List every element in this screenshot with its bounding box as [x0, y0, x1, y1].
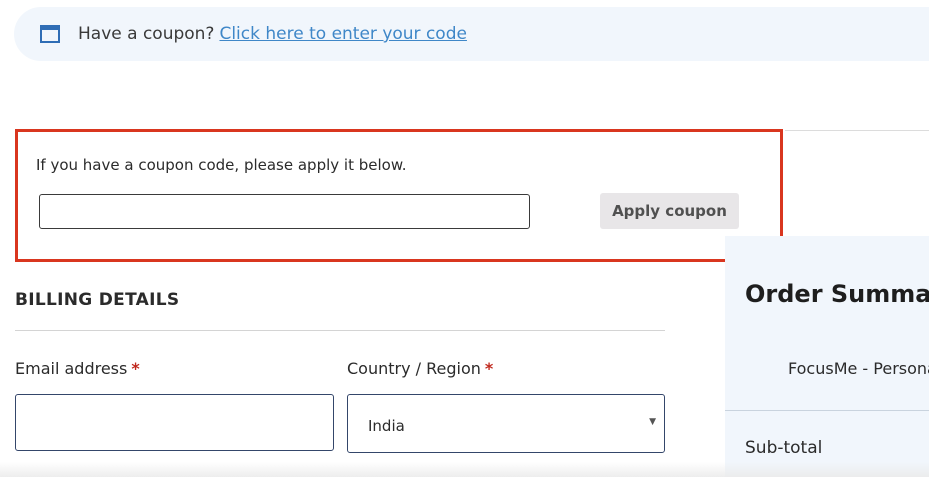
checkout-page: Have a coupon? Click here to enter your … — [0, 0, 929, 477]
billing-divider — [15, 330, 665, 331]
country-label-text: Country / Region — [347, 359, 481, 378]
window-icon — [40, 25, 60, 43]
email-field[interactable] — [15, 394, 334, 451]
caret-down-icon: ▼ — [649, 417, 656, 427]
coupon-help-text: If you have a coupon code, please apply … — [36, 156, 407, 174]
country-label: Country / Region * — [347, 359, 493, 378]
required-marker: * — [484, 359, 494, 378]
subtotal-label: Sub-total — [745, 438, 823, 458]
coupon-notice-text: Have a coupon? — [78, 24, 215, 44]
divider — [785, 130, 929, 131]
email-label-text: Email address — [15, 359, 128, 378]
order-item-name: FocusMe - Personal — [788, 359, 929, 378]
order-divider — [725, 410, 929, 411]
email-label: Email address * — [15, 359, 140, 378]
apply-coupon-button[interactable]: Apply coupon — [600, 193, 739, 229]
order-summary-title: Order Summary — [745, 280, 929, 308]
country-selected-value: India — [368, 417, 405, 435]
coupon-code-input[interactable] — [39, 194, 530, 229]
bottom-fade — [0, 462, 929, 477]
required-marker: * — [131, 359, 140, 378]
coupon-notice: Have a coupon? Click here to enter your … — [14, 7, 929, 61]
enter-coupon-link[interactable]: Click here to enter your code — [219, 24, 466, 44]
country-select[interactable]: India ▼ — [347, 394, 665, 453]
coupon-form: If you have a coupon code, please apply … — [15, 129, 783, 262]
order-summary-panel: Order Summary FocusMe - Personal Sub-tot… — [725, 236, 929, 477]
billing-details-title: BILLING DETAILS — [15, 290, 180, 310]
coupon-notice-text-row: Have a coupon? Click here to enter your … — [78, 7, 467, 61]
